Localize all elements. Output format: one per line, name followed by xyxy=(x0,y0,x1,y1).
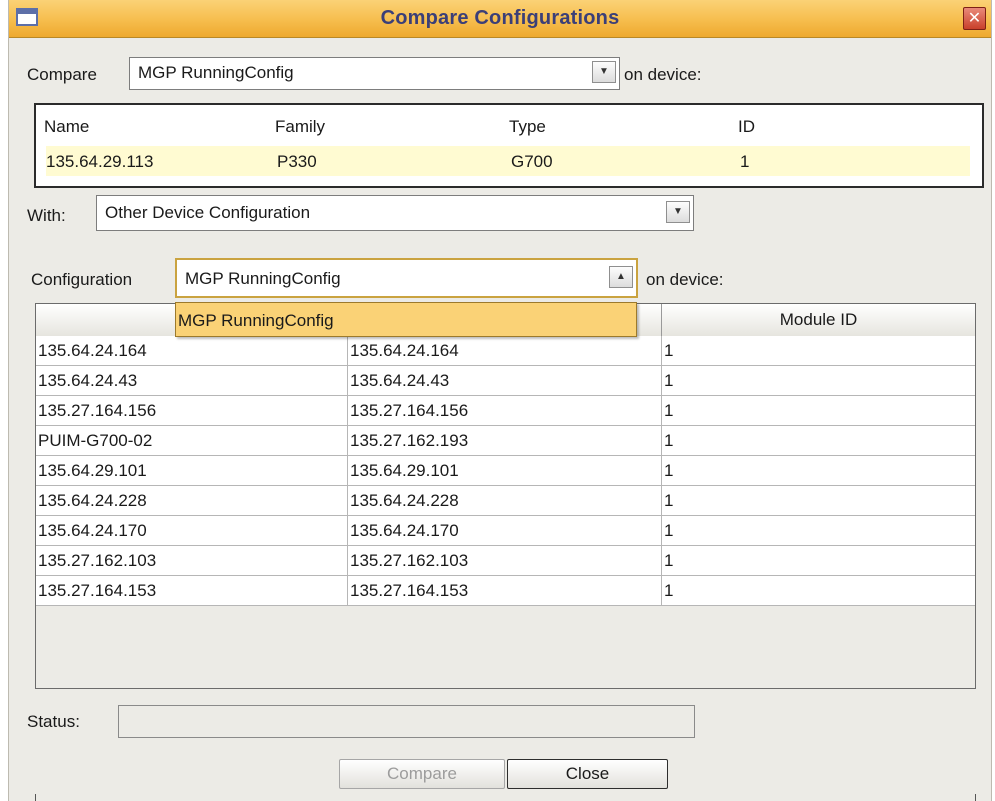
window-title: Compare Configurations xyxy=(380,7,620,29)
configuration-on-device-label: on device: xyxy=(646,270,724,289)
source-device-panel: Name Family Type ID 135.64.29.113 P330 G… xyxy=(34,103,984,188)
cell-module-id: 1 xyxy=(662,516,975,546)
title-bar[interactable]: Compare Configurations ✕ xyxy=(9,0,991,38)
table-row[interactable]: 135.64.24.228 135.64.24.228 1 xyxy=(36,486,975,516)
cell-module-id: 1 xyxy=(662,486,975,516)
cell-module-id: 1 xyxy=(662,336,975,366)
device-id: 1 xyxy=(740,152,750,171)
cell-address: 135.27.162.103 xyxy=(348,546,662,576)
cell-module-id: 1 xyxy=(662,366,975,396)
cell-name: 135.64.24.228 xyxy=(36,486,348,516)
cell-address: 135.64.24.170 xyxy=(348,516,662,546)
configuration-label: Configuration xyxy=(31,270,133,289)
device-header-name: Name xyxy=(44,117,90,136)
chevron-up-icon[interactable]: ▲ xyxy=(609,266,633,288)
close-button[interactable]: Close xyxy=(507,759,668,789)
chevron-down-icon[interactable]: ▼ xyxy=(666,201,690,223)
cell-name: 135.27.164.153 xyxy=(36,576,348,606)
with-label: With: xyxy=(27,206,66,225)
cell-module-id: 1 xyxy=(662,426,975,456)
cell-name: 135.64.24.164 xyxy=(36,336,348,366)
cell-module-id: 1 xyxy=(662,576,975,606)
device-header-id: ID xyxy=(738,117,755,136)
cell-module-id: 1 xyxy=(662,456,975,486)
bottom-edge-marker xyxy=(35,794,36,801)
device-family: P330 xyxy=(277,152,317,171)
compare-config-select[interactable]: MGP RunningConfig ▼ xyxy=(129,57,620,90)
compare-configurations-dialog: Compare Configurations ✕ Compare MGP Run… xyxy=(8,0,992,801)
source-device-row[interactable]: 135.64.29.113 P330 G700 1 xyxy=(46,146,970,176)
device-type: G700 xyxy=(511,152,553,171)
with-select[interactable]: Other Device Configuration ▼ xyxy=(96,195,694,231)
chevron-down-icon[interactable]: ▼ xyxy=(592,61,616,83)
table-row[interactable]: PUIM-G700-02 135.27.162.193 1 xyxy=(36,426,975,456)
cell-module-id: 1 xyxy=(662,546,975,576)
status-field xyxy=(118,705,695,738)
compare-on-device-label: on device: xyxy=(624,65,702,84)
table-row[interactable]: 135.64.24.43 135.64.24.43 1 xyxy=(36,366,975,396)
target-devices-table: N Module ID 135.64.24.164 135.64.24.164 … xyxy=(35,303,976,689)
configuration-dropdown-list: MGP RunningConfig xyxy=(175,302,637,337)
cell-name: 135.64.24.170 xyxy=(36,516,348,546)
close-icon[interactable]: ✕ xyxy=(963,7,986,30)
bottom-edge-marker xyxy=(975,794,976,801)
column-header-module-id[interactable]: Module ID xyxy=(662,304,975,336)
table-row[interactable]: 135.27.162.103 135.27.162.103 1 xyxy=(36,546,975,576)
table-row[interactable]: 135.64.29.101 135.64.29.101 1 xyxy=(36,456,975,486)
configuration-value: MGP RunningConfig xyxy=(185,269,341,288)
cell-address: 135.64.24.228 xyxy=(348,486,662,516)
cell-name: 135.64.24.43 xyxy=(36,366,348,396)
cell-address: 135.64.24.164 xyxy=(348,336,662,366)
compare-config-value: MGP RunningConfig xyxy=(138,63,294,82)
cell-address: 135.64.24.43 xyxy=(348,366,662,396)
cell-name: 135.64.29.101 xyxy=(36,456,348,486)
table-row[interactable]: 135.64.24.164 135.64.24.164 1 xyxy=(36,336,975,366)
status-label: Status: xyxy=(27,712,80,731)
cell-address: 135.27.164.153 xyxy=(348,576,662,606)
cell-address: 135.27.162.193 xyxy=(348,426,662,456)
table-row[interactable]: 135.27.164.156 135.27.164.156 1 xyxy=(36,396,975,426)
configuration-select[interactable]: MGP RunningConfig ▲ xyxy=(175,258,638,298)
cell-address: 135.27.164.156 xyxy=(348,396,662,426)
cell-name: 135.27.164.156 xyxy=(36,396,348,426)
cell-name: 135.27.162.103 xyxy=(36,546,348,576)
dropdown-option-mgp-runningconfig[interactable]: MGP RunningConfig xyxy=(178,311,334,331)
device-name: 135.64.29.113 xyxy=(46,152,154,171)
table-row[interactable]: 135.27.164.153 135.27.164.153 1 xyxy=(36,576,975,606)
device-header-type: Type xyxy=(509,117,546,136)
with-value: Other Device Configuration xyxy=(105,203,311,222)
cell-address: 135.64.29.101 xyxy=(348,456,662,486)
cell-name: PUIM-G700-02 xyxy=(36,426,348,456)
cell-module-id: 1 xyxy=(662,396,975,426)
device-header-family: Family xyxy=(275,117,326,136)
compare-label: Compare xyxy=(27,65,97,84)
table-row[interactable]: 135.64.24.170 135.64.24.170 1 xyxy=(36,516,975,546)
compare-button[interactable]: Compare xyxy=(339,759,505,789)
